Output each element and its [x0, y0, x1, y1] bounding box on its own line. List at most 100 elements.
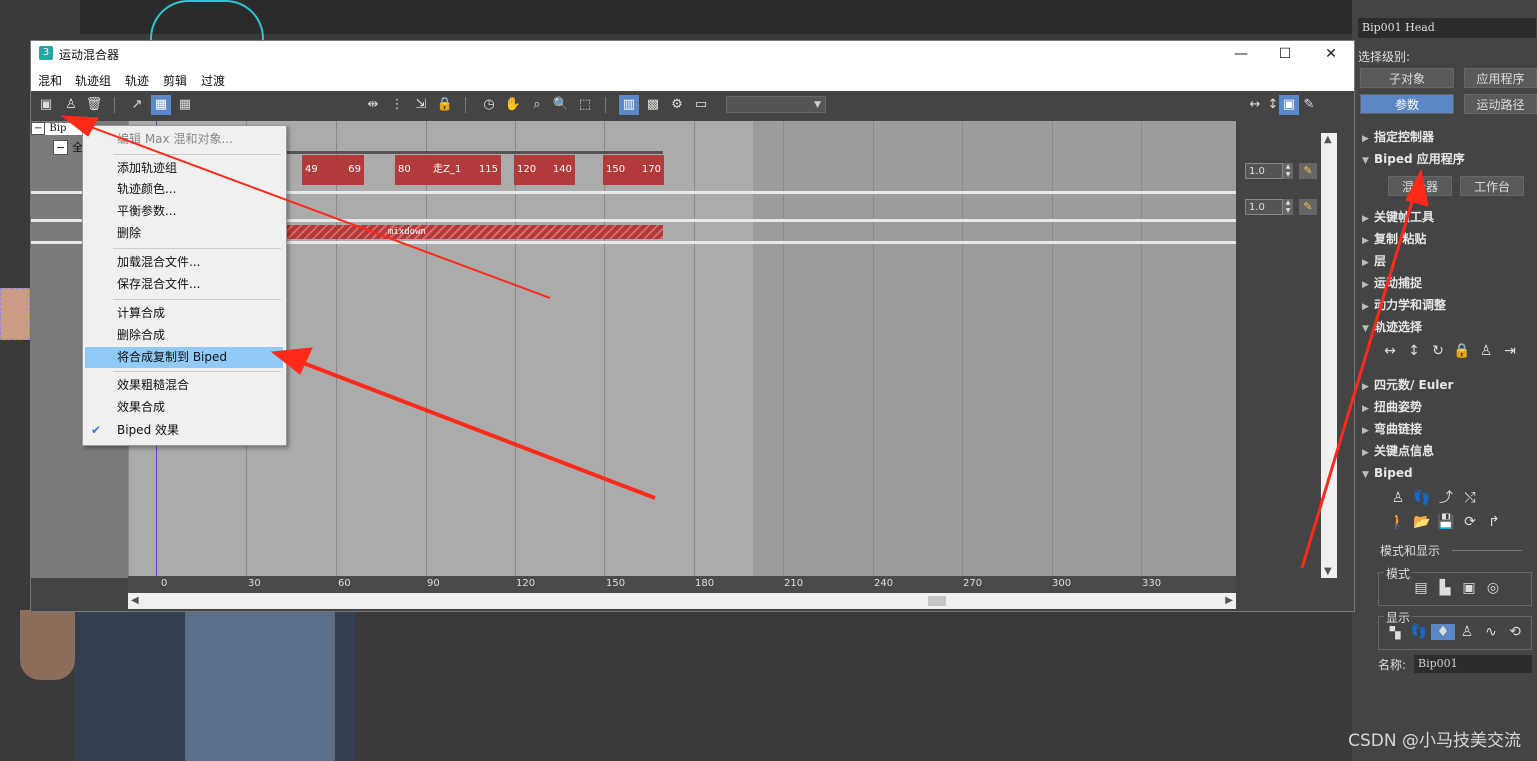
preview-icon[interactable]: ▩: [643, 95, 663, 115]
zoom-extents-icon[interactable]: ⌕: [527, 95, 547, 115]
maximize-button[interactable]: ☐: [1265, 43, 1305, 65]
save-icon[interactable]: 💾: [1434, 514, 1458, 530]
figure-mode-icon[interactable]: ♙: [1386, 490, 1410, 506]
trajectory-icon[interactable]: ∿: [1479, 624, 1503, 640]
rollout-assign-controller[interactable]: ▶ 指定控制器: [1362, 127, 1434, 147]
spinner-arrows-icon[interactable]: ▲ ▼: [1283, 163, 1293, 179]
scroll-right-icon[interactable]: ▶: [1225, 595, 1233, 606]
mixdown-track[interactable]: mixdown: [286, 225, 663, 239]
mixer-mode-icon[interactable]: ⤭: [1458, 490, 1482, 506]
menu-load-mix-file[interactable]: 加载混合文件...: [85, 252, 283, 273]
pencil-icon[interactable]: ✎: [1299, 95, 1319, 115]
motion-flow-icon[interactable]: ⤴: [1434, 487, 1458, 507]
vertical-scrollbar[interactable]: ▲ ▼: [1321, 133, 1337, 578]
scroll-down-icon[interactable]: ▼: [1324, 566, 1332, 577]
menu-balance-params[interactable]: 平衡参数...: [85, 201, 283, 222]
settings-gear-icon[interactable]: ⚙: [667, 95, 687, 115]
display-icon[interactable]: ▭: [691, 95, 711, 115]
arrow-icon[interactable]: ↗: [127, 95, 147, 115]
scale-stride-icon[interactable]: ▣: [1457, 580, 1481, 596]
app-button[interactable]: 应用程序: [1464, 68, 1537, 88]
scroll-left-icon[interactable]: ◀: [131, 595, 139, 606]
rollout-motion-capture[interactable]: ▶ 运动捕捉: [1362, 273, 1422, 293]
move-horizontal-icon[interactable]: ↔: [1378, 343, 1402, 359]
minimize-button[interactable]: —: [1221, 43, 1261, 65]
scroll-thumb[interactable]: [928, 596, 946, 606]
track-weight-2[interactable]: 1.0: [1245, 199, 1283, 215]
lock-icon[interactable]: 🔒: [435, 95, 455, 115]
zoom-region-icon[interactable]: ⬚: [575, 95, 595, 115]
mixer-dropdown[interactable]: ▼: [726, 96, 826, 113]
rollout-quaternion-euler[interactable]: ▶ 四元数/ Euler: [1362, 375, 1453, 395]
open-folder-icon[interactable]: 📂: [1410, 514, 1434, 530]
menu-save-mix-file[interactable]: 保存混合文件...: [85, 274, 283, 295]
horizontal-scrollbar[interactable]: ◀ ▶: [128, 593, 1236, 609]
motion-path-button[interactable]: 运动路径: [1464, 94, 1537, 114]
move-vertical-icon[interactable]: ↕: [1402, 343, 1426, 359]
menu-tracks[interactable]: 轨迹: [125, 72, 149, 89]
lock-icon[interactable]: 🔒: [1450, 343, 1474, 359]
title-bar[interactable]: 3 运动混合器 — ☐ ✕: [31, 41, 1354, 69]
horizontal-scale-icon[interactable]: ↔: [1245, 95, 1265, 115]
grid-icon[interactable]: ▦: [175, 95, 195, 115]
zoom-icon[interactable]: 🔍: [551, 95, 571, 115]
select-biped-icon[interactable]: ▣: [36, 95, 56, 115]
sub-object-button[interactable]: 子对象: [1360, 68, 1454, 88]
buffer-icon[interactable]: ▤: [1409, 580, 1433, 596]
walk-icon[interactable]: 🚶: [1386, 514, 1410, 530]
close-button[interactable]: ✕: [1311, 43, 1351, 65]
rollout-bend-links[interactable]: ▶ 弯曲链接: [1362, 419, 1422, 439]
object-name-field[interactable]: Bip001 Head: [1358, 18, 1536, 38]
delete-icon[interactable]: 🗑: [84, 95, 104, 115]
mixer-mode-icon[interactable]: ▥: [619, 95, 639, 115]
menu-clips[interactable]: 剪辑: [163, 72, 187, 89]
collapse-icon[interactable]: −: [31, 122, 46, 135]
menu-mix[interactable]: 混和: [38, 72, 62, 89]
rubber-band-icon[interactable]: ▙: [1433, 580, 1457, 596]
link-icon[interactable]: ⟲: [1503, 624, 1527, 640]
mixer-button[interactable]: 混合器: [1388, 176, 1452, 196]
time-ruler[interactable]: 0 30 60 90 120 150 180 210 240 270 300 3…: [128, 576, 1236, 593]
rollout-layers[interactable]: ▶ 层: [1362, 251, 1386, 271]
select-opposite-icon[interactable]: ⇥: [1498, 343, 1522, 359]
rollout-copy-paste[interactable]: ▶ 复制/粘贴: [1362, 229, 1426, 249]
pan-icon[interactable]: ✋: [503, 95, 523, 115]
body-icon[interactable]: ♙: [1474, 343, 1498, 359]
snap-icon[interactable]: ⋮: [387, 95, 407, 115]
menu-effect-raw-mix[interactable]: 效果粗糙混合: [85, 375, 283, 396]
align-icon[interactable]: ⇹: [363, 95, 383, 115]
scroll-up-icon[interactable]: ▲: [1324, 134, 1332, 145]
insert-icon[interactable]: ⇲: [411, 95, 431, 115]
trackview-icon[interactable]: ▦: [151, 95, 171, 115]
menu-delete[interactable]: 删除: [85, 223, 283, 244]
rollout-dynamics[interactable]: ▶ 动力学和调整: [1362, 295, 1446, 315]
track-weight-1[interactable]: 1.0: [1245, 163, 1283, 179]
in-place-icon[interactable]: ◎: [1481, 580, 1505, 596]
menu-add-trackgroup[interactable]: 添加轨迹组: [85, 158, 283, 179]
rotate-icon[interactable]: ↻: [1426, 343, 1450, 359]
menu-compute-mixdown[interactable]: 计算合成: [85, 303, 283, 324]
menu-delete-mixdown[interactable]: 删除合成: [85, 325, 283, 346]
footsteps-icon[interactable]: 👣: [1407, 624, 1431, 640]
spinner-arrows-icon[interactable]: ▲ ▼: [1283, 199, 1293, 215]
menu-track-color[interactable]: 轨迹颜色...: [85, 179, 283, 200]
rollout-biped-apps[interactable]: ▼ Biped 应用程序: [1362, 149, 1465, 169]
pencil-icon[interactable]: ✎: [1299, 199, 1317, 215]
clip-2[interactable]: 80 走Z_1 115: [395, 155, 501, 185]
biped-name-field[interactable]: Bip001: [1414, 655, 1532, 673]
params-button[interactable]: 参数: [1360, 94, 1454, 114]
add-track-icon[interactable]: ♙: [61, 95, 81, 115]
footstep-mode-icon[interactable]: 👣: [1410, 490, 1434, 506]
menu-effect-mixdown[interactable]: 效果合成: [85, 397, 283, 418]
rollout-key-tools[interactable]: ▶ 关键帧工具: [1362, 207, 1434, 227]
objects-icon[interactable]: ▚: [1383, 624, 1407, 640]
menu-transitions[interactable]: 过渡: [201, 72, 225, 89]
clip-1[interactable]: 49 69: [302, 155, 364, 185]
menu-copy-mixdown-to-biped[interactable]: 将合成复制到 Biped: [85, 347, 283, 368]
bones-icon[interactable]: ♦: [1431, 624, 1455, 640]
collapse-icon[interactable]: −: [53, 140, 69, 155]
pencil-icon[interactable]: ✎: [1299, 163, 1317, 179]
rollout-twist-poses[interactable]: ▶ 扭曲姿势: [1362, 397, 1422, 417]
clip-4[interactable]: 150 170: [603, 155, 664, 185]
clip-3[interactable]: 120 140: [514, 155, 575, 185]
